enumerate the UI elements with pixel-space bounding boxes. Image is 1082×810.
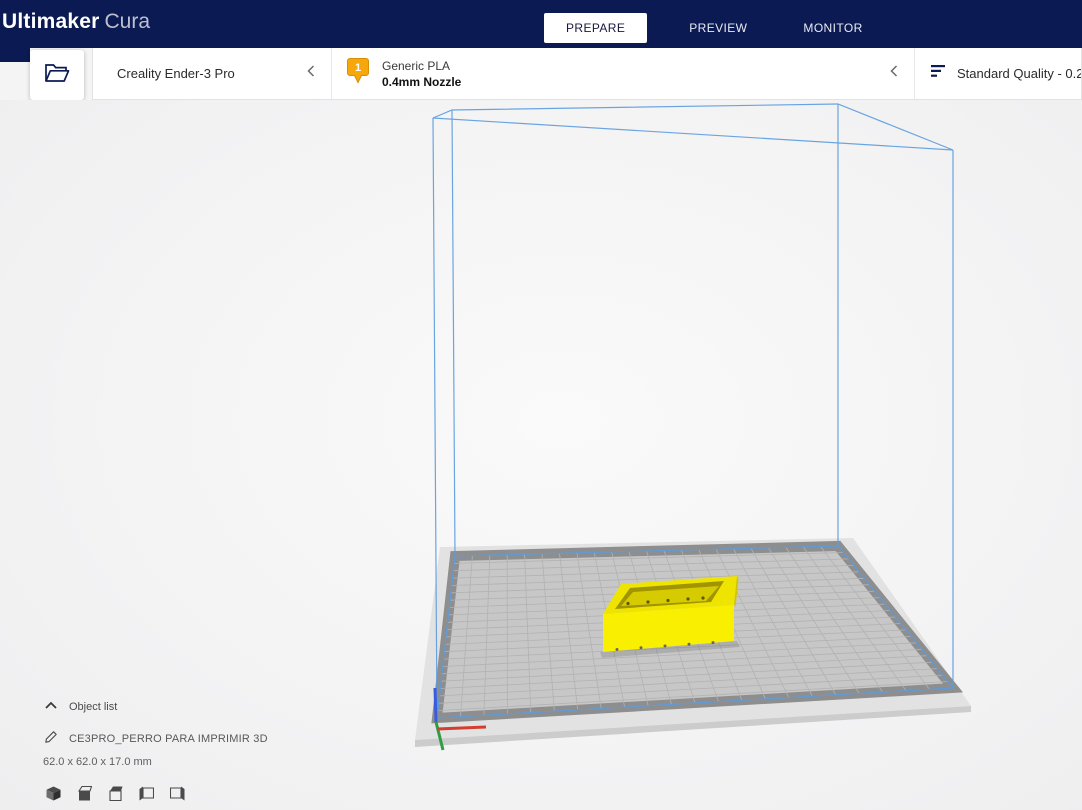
axis-x-red [436, 725, 487, 731]
view-3d-icon[interactable] [46, 786, 61, 806]
view-right-icon[interactable] [169, 786, 185, 806]
model-name-row: CE3PRO_PERRO PARA IMPRIMIR 3D [45, 731, 268, 746]
open-file-button[interactable] [30, 50, 84, 100]
configuration-bar: Creality Ender-3 Pro 1 Generic PLA 0.4mm… [92, 48, 1082, 100]
stage-tabs: PREPARE PREVIEW MONITOR [544, 13, 877, 43]
axis-z-blue [433, 687, 438, 723]
extruder-number: 1 [355, 62, 361, 74]
extruder-badge-icon: 1 [346, 57, 370, 90]
logo-cura: Cura [104, 10, 151, 33]
app-logo: Ultimaker Cura [2, 10, 150, 34]
tab-monitor[interactable]: MONITOR [789, 13, 876, 43]
header-corner-accent [0, 48, 30, 62]
camera-view-presets [46, 785, 185, 806]
logo-ultimaker: Ultimaker [2, 10, 100, 33]
printer-name: Creality Ender-3 Pro [117, 66, 235, 81]
tab-prepare[interactable]: PREPARE [544, 13, 648, 43]
view-front-icon[interactable] [77, 785, 93, 806]
printer-selector[interactable]: Creality Ender-3 Pro [93, 48, 332, 99]
view-left-icon[interactable] [139, 786, 155, 806]
chevron-left-icon [888, 63, 900, 84]
material-info: Generic PLA 0.4mm Nozzle [382, 59, 888, 89]
material-selector[interactable]: 1 Generic PLA 0.4mm Nozzle [332, 48, 915, 99]
view-top-icon[interactable] [108, 786, 123, 806]
model-object[interactable] [600, 576, 740, 658]
pencil-icon [45, 731, 57, 746]
object-list-label: Object list [69, 701, 118, 713]
profile-sliders-icon [931, 64, 947, 83]
viewport-3d[interactable] [0, 100, 1082, 810]
open-folder-icon [44, 62, 70, 89]
app-header: Ultimaker Cura PREPARE PREVIEW MONITOR [0, 0, 1082, 48]
material-name: Generic PLA [382, 58, 451, 73]
chevron-left-icon [305, 63, 317, 84]
object-list-toggle[interactable]: Object list [44, 701, 117, 713]
chevron-up-icon [44, 701, 58, 713]
model-dimensions: 62.0 x 62.0 x 17.0 mm [43, 756, 152, 768]
nozzle-size: 0.4mm Nozzle [382, 74, 462, 89]
print-settings-selector[interactable]: Standard Quality - 0.2 [915, 48, 1081, 99]
profile-name: Standard Quality - 0.2 [957, 66, 1081, 81]
model-name: CE3PRO_PERRO PARA IMPRIMIR 3D [69, 732, 268, 745]
tab-preview[interactable]: PREVIEW [675, 13, 761, 43]
